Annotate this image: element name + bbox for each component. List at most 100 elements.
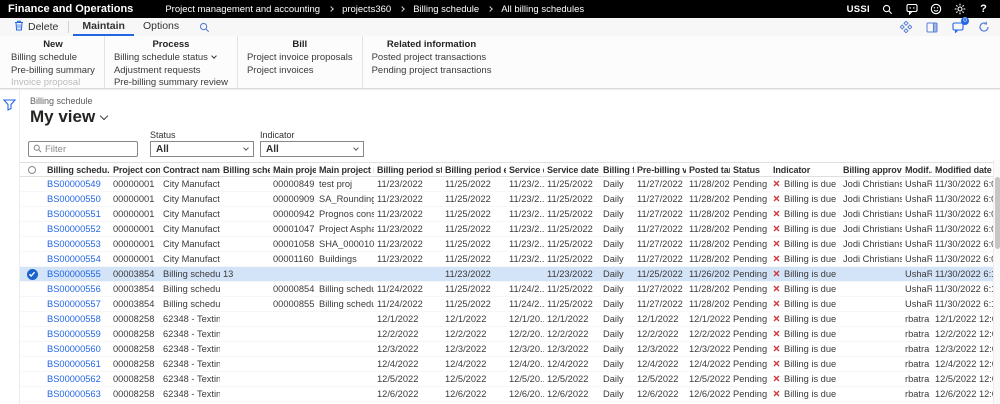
settings-gear-icon[interactable]: [953, 3, 966, 16]
billing-schedule-link[interactable]: BS00000557: [44, 299, 110, 309]
action-item-pending-project-transactions[interactable]: Pending project transactions: [372, 65, 492, 78]
billing-schedule-link[interactable]: BS00000558: [44, 314, 110, 324]
billing-schedule-link[interactable]: BS00000555: [44, 269, 110, 279]
grid-row[interactable]: BS0000054900000001 City Manufact... 000008…: [20, 177, 1000, 192]
column-header[interactable]: Billing approver: [840, 165, 902, 175]
grid-row[interactable]: BS0000055100000001 City Manufact... 000009…: [20, 207, 1000, 222]
action-item-pre-billing-summary[interactable]: Pre-billing summary: [11, 65, 95, 78]
billing-schedule-link[interactable]: BS00000554: [44, 254, 110, 264]
grid-row[interactable]: BS0000055700003854 Billing schedul... 0000…: [20, 297, 1000, 312]
column-header[interactable]: Billing sche...: [220, 165, 270, 175]
select-all-cell[interactable]: [20, 165, 44, 174]
app-title[interactable]: Finance and Operations: [0, 3, 147, 15]
vertical-scrollbar[interactable]: [993, 160, 1000, 404]
column-header[interactable]: Main project na...: [316, 165, 374, 175]
column-header[interactable]: Service date to: [544, 165, 600, 175]
billing-schedule-link[interactable]: BS00000562: [44, 374, 110, 384]
feedback-icon[interactable]: [905, 3, 918, 16]
row-selected-check-icon: [26, 268, 38, 280]
select-all-radio[interactable]: [28, 165, 36, 174]
billing-schedule-link[interactable]: BS00000552: [44, 224, 110, 234]
breadcrumb-item[interactable]: All billing schedules: [501, 4, 584, 15]
billing-schedule-link[interactable]: BS00000549: [44, 179, 110, 189]
billing-schedule-link[interactable]: BS00000561: [44, 359, 110, 369]
grid-row[interactable]: BS0000055200000001 City Manufact... 000010…: [20, 222, 1000, 237]
tab-maintain[interactable]: Maintain: [73, 18, 134, 36]
column-header[interactable]: Indicator: [770, 165, 840, 175]
filter-funnel-icon[interactable]: [2, 98, 17, 404]
grid-cell: 11/23/2...: [509, 194, 544, 204]
company-picker[interactable]: USSI: [847, 4, 870, 15]
grid-cell: 00000001: [113, 209, 155, 219]
action-search-icon[interactable]: [198, 21, 211, 34]
indicator-filter-dropdown[interactable]: All: [260, 141, 364, 157]
breadcrumb-item[interactable]: Billing schedule: [413, 4, 479, 15]
personalize-diamond-icon[interactable]: [899, 21, 912, 34]
grid-row[interactable]: BS0000055500003854 Billing schedul...13 11…: [20, 267, 1000, 282]
delete-button[interactable]: Delete: [8, 18, 64, 36]
billing-schedule-link[interactable]: BS00000559: [44, 329, 110, 339]
grid-row[interactable]: BS0000055400000001 City Manufact... 000011…: [20, 252, 1000, 267]
action-item-billing-schedule[interactable]: Billing schedule: [11, 52, 95, 65]
billing-schedule-link[interactable]: BS00000553: [44, 239, 110, 249]
status-filter-dropdown[interactable]: All: [150, 141, 254, 157]
row-select-cell[interactable]: [20, 268, 44, 280]
grid-cell: Pending: [733, 239, 768, 249]
grid-row[interactable]: BS0000056000008258 62348 - Textin... 12/3/…: [20, 342, 1000, 357]
column-header[interactable]: Project contr...: [110, 165, 160, 175]
grid-cell: 11/25/2022: [445, 224, 491, 234]
column-header[interactable]: Posted tar...: [686, 165, 730, 175]
billing-schedule-link[interactable]: BS00000556: [44, 284, 110, 294]
messages-icon[interactable]: 0: [951, 16, 969, 34]
grid-cell: 00008258: [113, 344, 155, 354]
billing-schedule-link[interactable]: BS00000560: [44, 344, 110, 354]
open-panel-icon[interactable]: [925, 21, 938, 34]
refresh-icon[interactable]: [977, 21, 990, 34]
column-header[interactable]: Modified date a...: [932, 165, 993, 175]
grid-cell: 11/28/2022: [689, 224, 730, 234]
column-header[interactable]: Billing schedu...↑: [44, 165, 110, 175]
grid-row[interactable]: BS0000055600003854 Billing schedul... 0000…: [20, 282, 1000, 297]
action-item-project-invoice-proposals[interactable]: Project invoice proposals: [247, 52, 353, 65]
billing-schedule-link[interactable]: BS00000550: [44, 194, 110, 204]
action-item-billing-schedule-status[interactable]: Billing schedule status: [114, 52, 228, 65]
grid-cell: 12/4/2022: [637, 359, 679, 369]
grid-row[interactable]: BS0000055900008258 62348 - Textin... 12/2/…: [20, 327, 1000, 342]
column-header[interactable]: Pre-billing va...: [634, 165, 686, 175]
column-header[interactable]: Main proje...: [270, 165, 316, 175]
grid-cell: 00001047: [273, 224, 315, 234]
billing-schedule-link[interactable]: BS00000563: [44, 389, 110, 399]
action-item-project-invoices[interactable]: Project invoices: [247, 65, 353, 78]
breadcrumb-item[interactable]: Project management and accounting: [165, 4, 320, 15]
grid-row[interactable]: BS0000056300008258 62348 - Textin... 12/6/…: [20, 387, 1000, 402]
grid-row[interactable]: BS0000055000000001 City Manufact... 000009…: [20, 192, 1000, 207]
action-item-posted-project-transactions[interactable]: Posted project transactions: [372, 52, 492, 65]
column-header[interactable]: Service d...: [506, 165, 544, 175]
column-header[interactable]: Billing fre...: [600, 165, 634, 175]
grid-row[interactable]: BS0000056100008258 62348 - Textin... 12/4/…: [20, 357, 1000, 372]
breadcrumb-item[interactable]: projects360: [342, 4, 391, 15]
tab-options[interactable]: Options: [134, 18, 188, 36]
action-item-adjustment-requests[interactable]: Adjustment requests: [114, 65, 228, 78]
billing-schedule-grid: Billing schedu...↑Project contr...Contra…: [20, 162, 1000, 402]
scrollbar-thumb[interactable]: [995, 177, 1000, 249]
grid-filter-box[interactable]: [28, 141, 138, 157]
grid-row[interactable]: BS0000055300000001 City Manufact... 000010…: [20, 237, 1000, 252]
indicator-filter-value: All: [266, 143, 279, 155]
view-title[interactable]: My view: [30, 107, 1000, 127]
grid-row[interactable]: BS0000056200008258 62348 - Textin... 12/5/…: [20, 372, 1000, 387]
billing-schedule-link[interactable]: BS00000551: [44, 209, 110, 219]
action-item-pre-billing-summary-review[interactable]: Pre-billing summary review: [114, 77, 228, 90]
grid-filter-input[interactable]: [45, 143, 125, 155]
grid-cell: 62348 - Textin...: [163, 389, 220, 399]
column-header[interactable]: Modif...: [902, 165, 932, 175]
help-icon[interactable]: ?: [977, 3, 990, 16]
column-header[interactable]: Billing period start: [374, 165, 442, 175]
grid-cell: UshaR: [905, 239, 932, 249]
grid-row[interactable]: BS0000055800008258 62348 - Textin... 12/1/…: [20, 312, 1000, 327]
smiley-icon[interactable]: [929, 3, 942, 16]
column-header[interactable]: Billing period end: [442, 165, 506, 175]
search-icon[interactable]: [881, 3, 894, 16]
column-header[interactable]: Status: [730, 165, 770, 175]
column-header[interactable]: Contract name: [160, 165, 220, 175]
